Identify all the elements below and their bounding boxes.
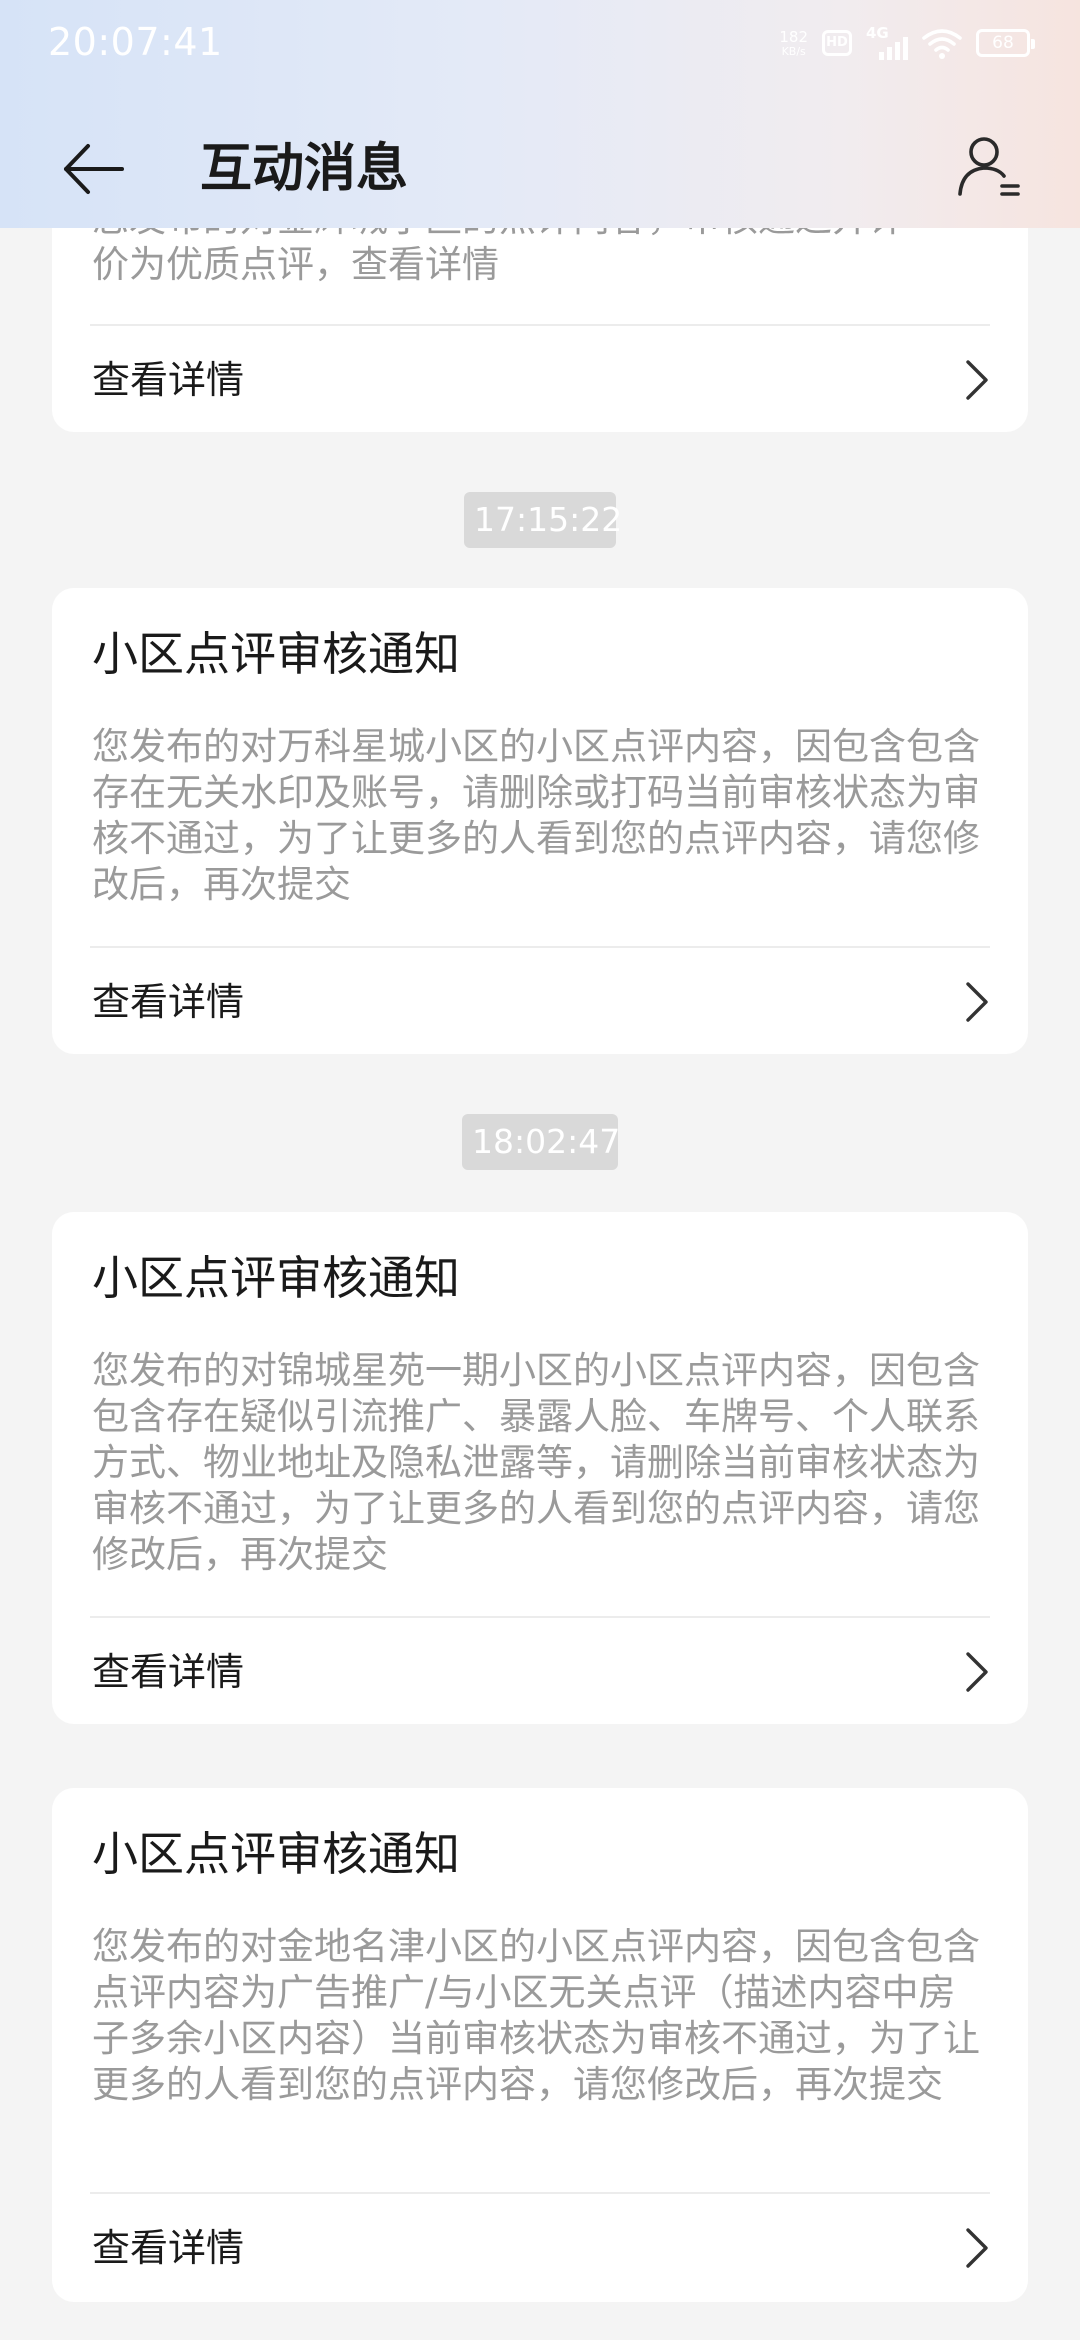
battery-icon: 68 bbox=[976, 29, 1035, 57]
chevron-right-icon bbox=[966, 2228, 988, 2268]
message-card[interactable]: 小区点评审核通知 您发布的对万科星城小区的小区点评内容，因包含包含存在无关水印及… bbox=[52, 588, 1028, 1054]
cellular-signal-icon: 4G bbox=[866, 24, 908, 60]
view-details-label: 查看详情 bbox=[92, 358, 245, 402]
view-details-label: 查看详情 bbox=[92, 2226, 245, 2270]
message-body: 您发布的对万科星城小区的小区点评内容，因包含包含存在无关水印及账号，请删除或打码… bbox=[92, 725, 980, 906]
screen: 您发布的对金辉城小区的点评内容，审核通过并评 价为优质点评，查看详情 查看详情 … bbox=[0, 0, 1080, 2340]
message-timestamp: 17:15:22 bbox=[464, 492, 622, 548]
message-card[interactable]: 小区点评审核通知 您发布的对金地名津小区的小区点评内容，因包含包含点评内容为广告… bbox=[52, 1788, 1028, 2302]
network-speed-indicator: 182 KB/s bbox=[779, 29, 808, 58]
view-details-label: 查看详情 bbox=[92, 1650, 245, 1694]
chevron-right-icon bbox=[966, 1652, 988, 1692]
back-arrow-icon[interactable] bbox=[60, 134, 130, 204]
message-title: 小区点评审核通知 bbox=[92, 627, 460, 681]
network-speed-unit: KB/s bbox=[781, 44, 806, 58]
chevron-right-icon bbox=[966, 360, 988, 400]
view-details-link[interactable]: 查看详情 bbox=[52, 326, 1028, 434]
message-body: 价为优质点评，查看详情 bbox=[92, 243, 499, 286]
hd-icon: HD bbox=[822, 30, 852, 56]
status-bar: 20:07:41 182 KB/s HD 4G 68 bbox=[0, 0, 1080, 84]
view-details-link[interactable]: 查看详情 bbox=[52, 1618, 1028, 1726]
network-speed-value: 182 bbox=[779, 27, 808, 46]
signal-bars bbox=[879, 37, 908, 60]
message-timestamp: 18:02:47 bbox=[462, 1114, 620, 1170]
message-card[interactable]: 小区点评审核通知 您发布的对锦城星苑一期小区的小区点评内容，因包含包含存在疑似引… bbox=[52, 1212, 1028, 1724]
chevron-right-icon bbox=[966, 982, 988, 1022]
app-header: 20:07:41 182 KB/s HD 4G 68 互动消息 bbox=[0, 0, 1080, 228]
message-title: 小区点评审核通知 bbox=[92, 1827, 460, 1881]
status-icons: 182 KB/s HD 4G 68 bbox=[779, 24, 1035, 62]
nav-bar: 互动消息 bbox=[0, 110, 1080, 226]
message-body: 您发布的对锦城星苑一期小区的小区点评内容，因包含包含存在疑似引流推广、暴露人脸、… bbox=[92, 1349, 980, 1576]
view-details-link[interactable]: 查看详情 bbox=[52, 948, 1028, 1056]
view-details-link[interactable]: 查看详情 bbox=[52, 2194, 1028, 2302]
message-body: 您发布的对金地名津小区的小区点评内容，因包含包含点评内容为广告推广/与小区无关点… bbox=[92, 1925, 980, 2106]
user-profile-icon[interactable] bbox=[954, 132, 1024, 202]
status-time: 20:07:41 bbox=[48, 20, 223, 64]
message-title: 小区点评审核通知 bbox=[92, 1251, 460, 1305]
view-details-label: 查看详情 bbox=[92, 980, 245, 1024]
page-title: 互动消息 bbox=[200, 139, 409, 199]
battery-level: 68 bbox=[992, 33, 1014, 53]
message-list[interactable]: 您发布的对金辉城小区的点评内容，审核通过并评 价为优质点评，查看详情 查看详情 … bbox=[0, 0, 1080, 2340]
wifi-icon bbox=[922, 29, 962, 59]
